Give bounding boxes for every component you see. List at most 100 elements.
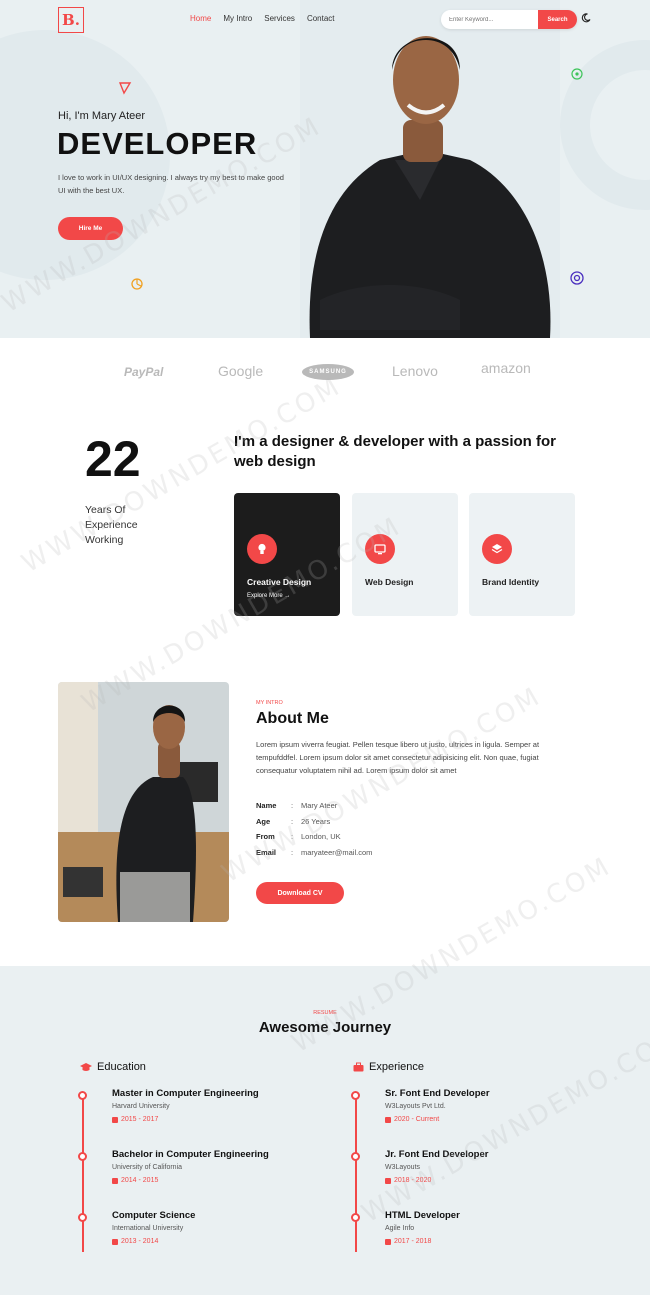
- calendar-icon: [385, 1116, 391, 1123]
- info-key: Email: [256, 848, 277, 858]
- briefcase-icon: [353, 1062, 364, 1072]
- nav-contact[interactable]: Contact: [307, 14, 335, 23]
- education-item: Master in Computer Engineering Harvard U…: [112, 1088, 259, 1123]
- service-card-title: Creative Design: [247, 577, 312, 587]
- nav-services[interactable]: Services: [264, 14, 295, 23]
- search-input[interactable]: [441, 10, 538, 29]
- education-school: International University: [112, 1225, 184, 1232]
- experience-item: Jr. Font End Developer W3Layouts 2018 - …: [385, 1149, 488, 1184]
- calendar-icon: [112, 1116, 118, 1123]
- info-value[interactable]: maryateer@mail.com: [301, 848, 372, 857]
- experience-date: 2020 - Current: [385, 1116, 490, 1123]
- about-title: About Me: [256, 710, 329, 727]
- experience-company: W3Layouts: [385, 1164, 421, 1171]
- explore-more-link[interactable]: Explore More →: [247, 593, 290, 599]
- info-key: From: [256, 832, 275, 842]
- calendar-icon: [385, 1177, 391, 1184]
- experience-date: 2018 - 2020: [385, 1177, 488, 1184]
- hire-me-button[interactable]: Hire Me: [58, 217, 123, 240]
- monitor-icon: [365, 534, 395, 564]
- years-label: Years Of Experience Working: [85, 504, 138, 546]
- education-date: 2014 - 2015: [112, 1177, 269, 1184]
- info-row-from: From: London, UK: [256, 829, 372, 845]
- service-card-web-design[interactable]: Web Design: [352, 493, 458, 616]
- education-date: 2015 - 2017: [112, 1116, 259, 1123]
- hero-section: B. Home My Intro Services Contact Search…: [0, 0, 650, 338]
- education-date-text: 2015 - 2017: [121, 1116, 159, 1123]
- education-date-text: 2013 - 2014: [121, 1238, 159, 1245]
- experience-timeline-line: [355, 1092, 357, 1252]
- education-timeline-line: [82, 1092, 84, 1252]
- timeline-dot: [351, 1152, 360, 1161]
- experience-company: Agile Info: [385, 1225, 415, 1232]
- theme-toggle-icon[interactable]: [581, 13, 591, 23]
- info-key: Name: [256, 801, 277, 811]
- hero-greeting: Hi, I'm Mary Ateer: [58, 110, 146, 122]
- education-heading: Education: [80, 1061, 146, 1073]
- experience-heading: Experience: [353, 1061, 424, 1073]
- logo[interactable]: B.: [58, 7, 84, 33]
- search-form: Search: [441, 10, 577, 29]
- education-title: Master in Computer Engineering: [112, 1088, 259, 1099]
- service-card-brand-identity[interactable]: Brand Identity: [469, 493, 575, 616]
- about-info-list: Name: Mary Ateer Age:26 Years From: London…: [256, 798, 372, 860]
- experience-item: Sr. Font End Developer W3Layouts Pvt Ltd…: [385, 1088, 490, 1123]
- hero-description: I love to work in UI/UX designing. I alw…: [58, 173, 284, 195]
- experience-item: HTML Developer Agile Info 2017 - 2018: [385, 1210, 460, 1245]
- target-decor-icon: [570, 271, 584, 285]
- info-sep: :: [291, 816, 294, 826]
- info-sep: :: [291, 801, 294, 811]
- calendar-icon: [385, 1238, 391, 1245]
- resume-title: Awesome Journey: [258, 1019, 392, 1036]
- education-heading-label: Education: [97, 1061, 146, 1073]
- timeline-dot: [78, 1213, 87, 1222]
- nav-my-intro[interactable]: My Intro: [223, 14, 252, 23]
- service-card-creative-design[interactable]: Creative Design Explore More →: [234, 493, 340, 616]
- info-sep: :: [291, 848, 294, 858]
- experience-title: Jr. Font End Developer: [385, 1149, 489, 1160]
- brand-samsung: SAMSUNG: [302, 364, 354, 380]
- download-cv-button[interactable]: Download CV: [256, 882, 344, 904]
- education-item: Bachelor in Computer Engineering Univers…: [112, 1149, 269, 1184]
- brand-google: Google: [218, 363, 264, 379]
- timeline-dot: [351, 1091, 360, 1100]
- calendar-icon: [112, 1238, 118, 1245]
- brand-paypal: PayPal: [124, 365, 164, 379]
- hero-portrait: [300, 0, 560, 338]
- service-card-title: Web Design: [365, 577, 414, 587]
- layers-icon: [482, 534, 512, 564]
- info-value: 26 Years: [301, 816, 331, 826]
- triangle-decor-icon: [118, 82, 132, 95]
- info-row-age: Age:26 Years: [256, 814, 372, 830]
- education-school: Harvard University: [112, 1103, 170, 1110]
- info-row-name: Name: Mary Ateer: [256, 798, 372, 814]
- education-date-text: 2014 - 2015: [121, 1177, 159, 1184]
- about-photo: [58, 682, 229, 922]
- brand-logos: PayPal Google SAMSUNG Lenovo amazon: [0, 360, 650, 386]
- education-title: Computer Science: [112, 1210, 196, 1221]
- passion-headline: I'm a designer & developer with a passio…: [234, 433, 556, 470]
- experience-date-text: 2020 - Current: [394, 1116, 440, 1123]
- main-nav: Home My Intro Services Contact: [190, 14, 335, 23]
- about-eyebrow: MY INTRO: [256, 700, 283, 706]
- about-text: Lorem ipsum viverra feugiat. Pellen tesq…: [256, 740, 540, 775]
- timeline-dot: [78, 1091, 87, 1100]
- education-date: 2013 - 2014: [112, 1238, 195, 1245]
- gear-decor-icon: [571, 68, 583, 80]
- brand-amazon: amazon: [481, 360, 531, 376]
- timeline-dot: [351, 1213, 360, 1222]
- timeline-dot: [78, 1152, 87, 1161]
- search-button[interactable]: Search: [538, 10, 577, 29]
- graduation-cap-icon: [80, 1063, 92, 1071]
- experience-date: 2017 - 2018: [385, 1238, 460, 1245]
- info-value: Mary Ateer: [301, 801, 338, 811]
- info-row-email: Email: maryateer@mail.com: [256, 845, 372, 861]
- resume-eyebrow: RESUME: [313, 1010, 337, 1016]
- nav-home[interactable]: Home: [190, 14, 211, 23]
- education-title: Bachelor in Computer Engineering: [112, 1149, 269, 1160]
- hero-decor-ring: [560, 40, 650, 210]
- experience-title: Sr. Font End Developer: [385, 1088, 490, 1099]
- brand-lenovo: Lenovo: [392, 363, 438, 379]
- experience-heading-label: Experience: [369, 1061, 425, 1073]
- info-sep: :: [291, 832, 294, 842]
